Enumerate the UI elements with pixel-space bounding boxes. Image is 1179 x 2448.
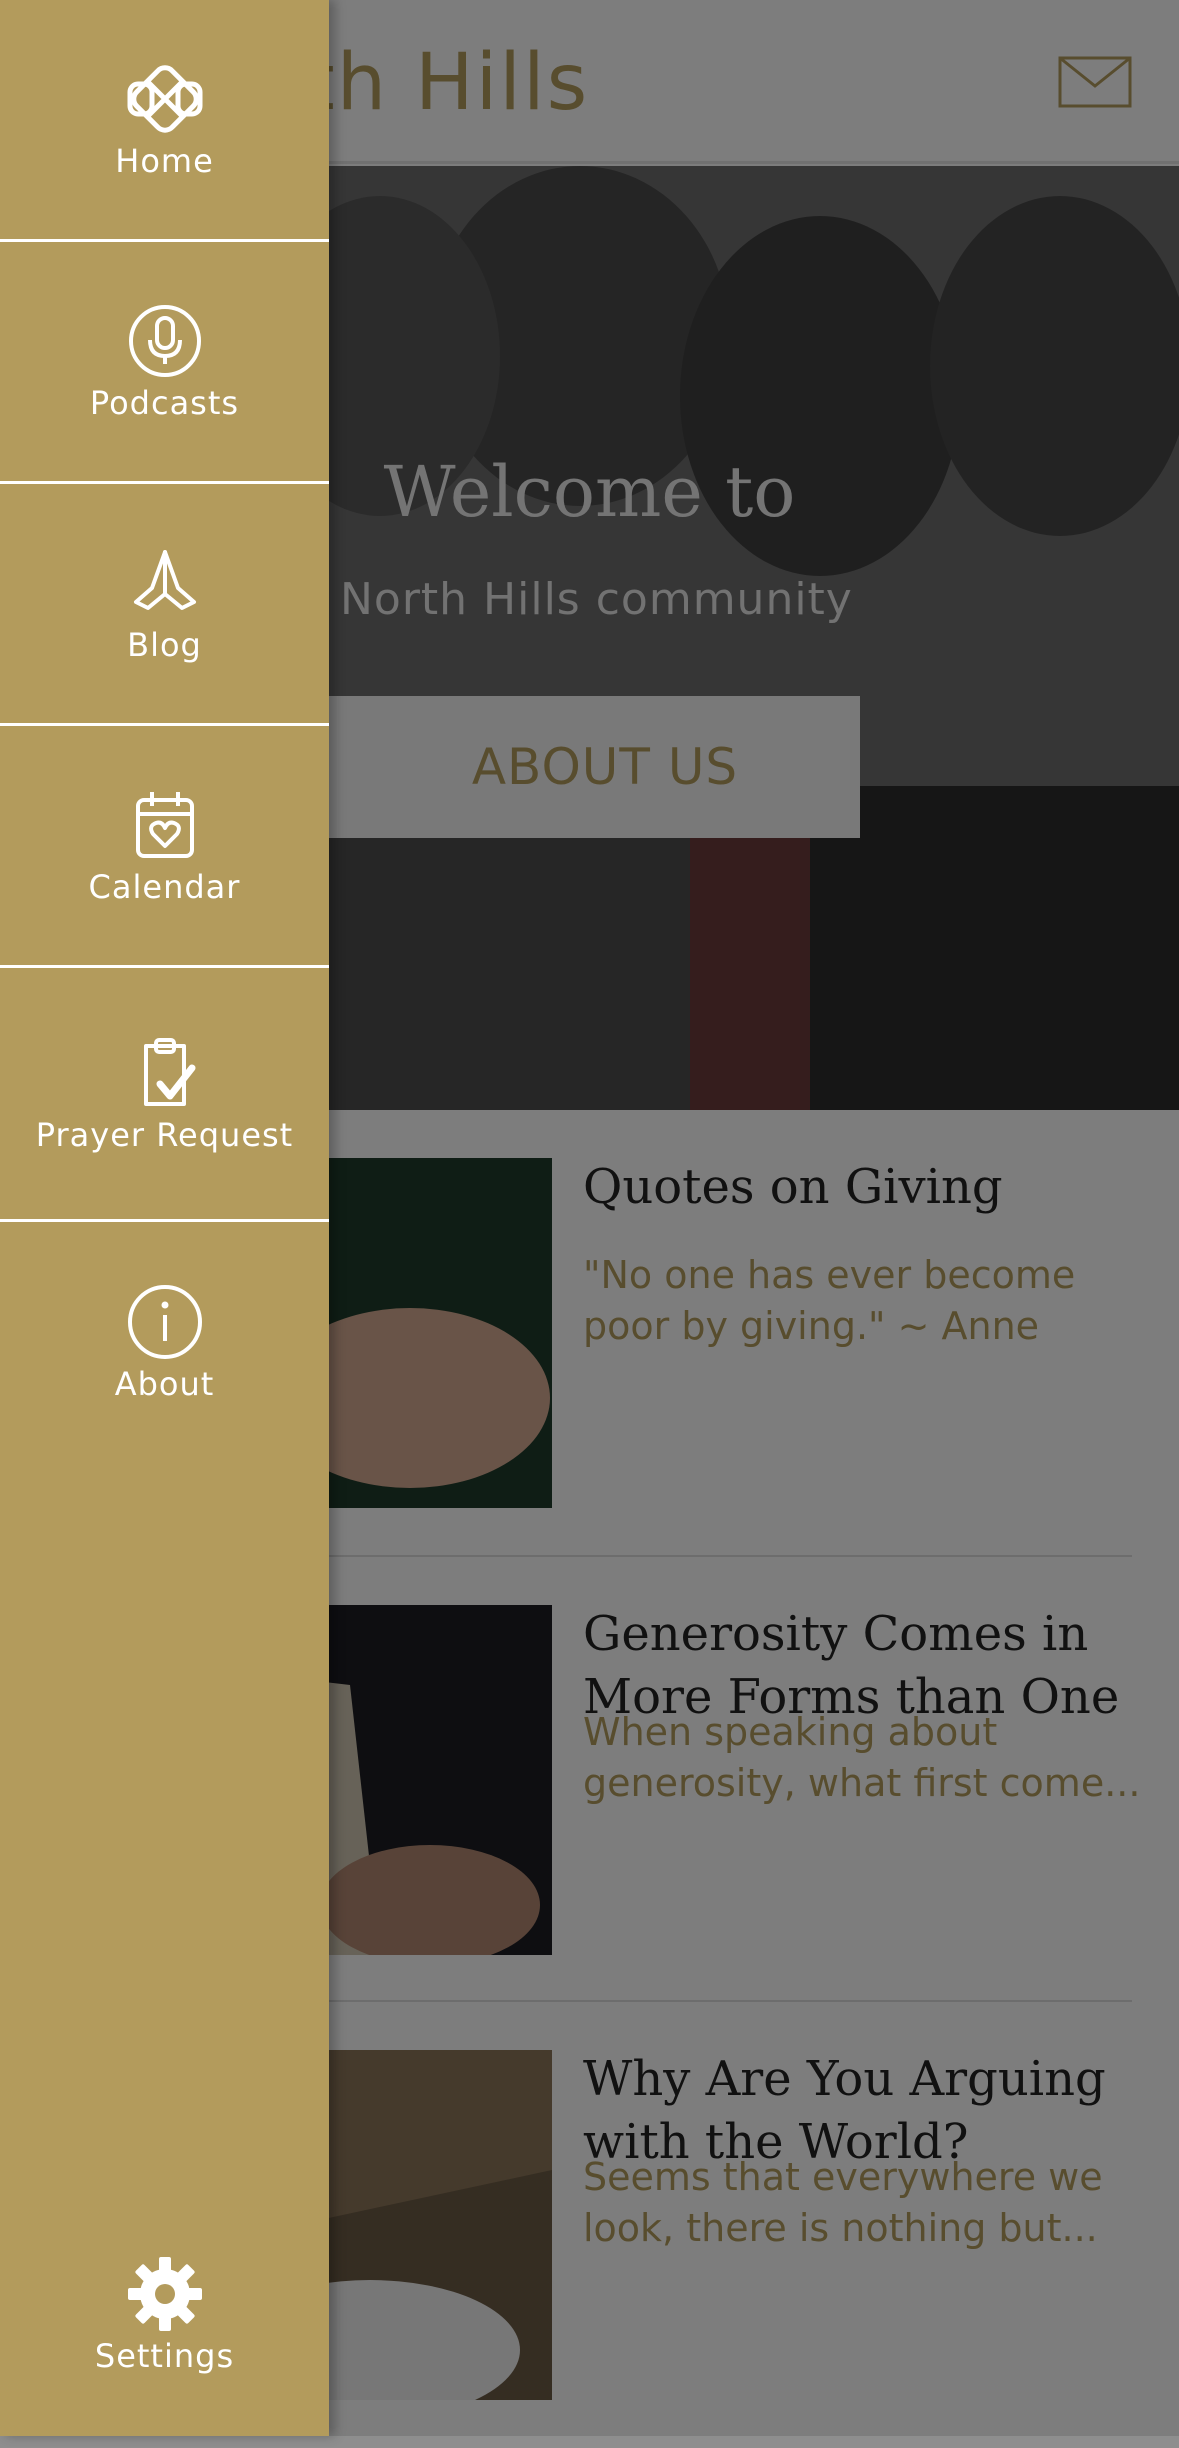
calendar-heart-icon	[135, 791, 194, 858]
drawer-item-blog[interactable]: Blog	[0, 484, 329, 726]
knot-icon	[127, 64, 202, 133]
drawer-item-label: Podcasts	[89, 383, 240, 422]
drawer-item-label: About	[114, 1365, 215, 1403]
drawer-item-label: Prayer Request	[35, 1115, 294, 1154]
settings-label: Settings	[94, 2337, 235, 2375]
drawer-item-about[interactable]: About	[0, 1222, 329, 1464]
clipboard-check-icon	[143, 1037, 195, 1106]
drawer-item-calendar[interactable]: Calendar	[0, 726, 329, 968]
drawer-item-home[interactable]: Home	[0, 0, 329, 242]
drawer-item-settings[interactable]: Settings	[0, 2230, 329, 2400]
drawer-item-podcasts[interactable]: Podcasts	[0, 242, 329, 484]
microphone-icon	[128, 304, 201, 377]
gear-icon	[127, 2257, 202, 2331]
praying-hands-icon	[133, 549, 196, 610]
drawer-item-label: Calendar	[88, 867, 241, 906]
drawer-item-label: Blog	[127, 625, 202, 664]
info-icon	[127, 1285, 202, 1359]
drawer-item-prayer-request[interactable]: Prayer Request	[0, 968, 329, 1222]
side-drawer: Home Podcasts Blog Calendar Prayer Reque…	[0, 0, 329, 2436]
drawer-item-label: Home	[115, 141, 214, 180]
